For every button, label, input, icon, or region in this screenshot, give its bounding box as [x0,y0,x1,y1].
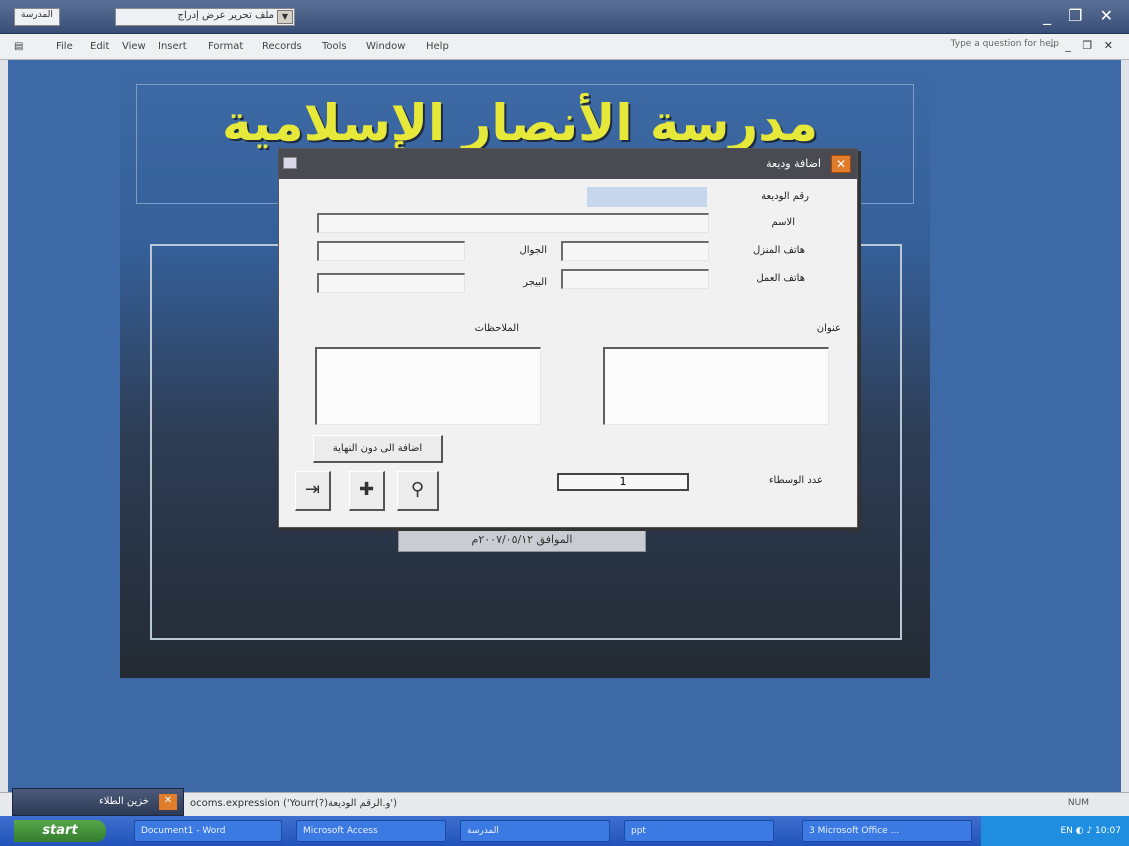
task-button[interactable]: المدرسة [460,820,610,842]
menu-tools[interactable]: Tools [322,41,347,52]
titlebar-left-box[interactable]: ﺍﻟﻤﺪﺭﺳﺔ [14,8,60,26]
add-deposit-dialog: اضافة وديعة ✕ رقم الوديعة الاسم هاتف الم… [278,148,858,528]
menu-view[interactable]: View [122,41,146,52]
mdi-controls[interactable]: - _ ❐ ✕ [1050,39,1117,52]
deposit-number-label: رقم الوديعة [761,191,809,202]
num-lock-indicator: NUM [1067,798,1089,808]
menu-insert[interactable]: Insert [158,41,187,52]
date-label: الموافق ٢٠٠٧/٠٥/١٢م [398,528,646,552]
start-button[interactable]: start [14,820,106,842]
minimized-window[interactable]: خزين الطلاء ✕ [12,788,184,816]
access-app-icon[interactable]: ▤ [14,41,23,52]
binoculars-icon: ⚲ [410,479,425,500]
help-question-box[interactable]: Type a question for help [951,39,1059,49]
name-field[interactable] [317,213,709,233]
donors-count-field[interactable]: 1 [557,473,689,491]
address-label: عنوان [816,323,841,334]
titlebar-combo[interactable]: ﻣﻠﻒ ﺗﺤﺮﻳﺮ ﻋﺮﺽ ﺇﺩﺭﺍﺝ ▼ [115,8,295,26]
mobile-label: الجوال [519,245,548,256]
task-button[interactable]: Document1 - Word [134,820,282,842]
menu-bar: ▤ File Edit View Insert Format Records T… [0,34,1129,60]
close-icon[interactable]: ✕ [159,794,177,810]
home-phone-label: هاتف المنزل [752,245,805,256]
donors-count-label: عدد الوسطاء [768,475,823,486]
notes-label: الملاحظات [474,323,519,334]
task-button[interactable]: 3 Microsoft Office ... [802,820,972,842]
chevron-down-icon[interactable]: ▼ [277,10,293,24]
mobile-field[interactable] [317,241,465,261]
titlebar-combo-value: ﻣﻠﻒ ﺗﺤﺮﻳﺮ ﻋﺮﺽ ﺇﺩﺭﺍﺝ [177,10,274,21]
work-phone-field[interactable] [561,269,709,289]
menu-format[interactable]: Format [208,41,243,52]
school-title: مدرسة الأنصار الإسلامية [221,94,819,152]
plus-icon: ✚ [358,479,375,500]
deposit-number-field[interactable] [587,187,707,207]
add-record-button[interactable]: ✚ [349,471,385,511]
system-tray[interactable]: EN ◐ ♪ 10:07 [981,816,1129,846]
pager-label: البيجر [523,277,547,288]
home-phone-field[interactable] [561,241,709,261]
taskbar: start Document1 - Word Microsoft Access … [0,816,1129,846]
name-label: الاسم [771,217,795,228]
menu-help[interactable]: Help [426,41,449,52]
notes-textarea[interactable] [315,347,541,425]
dialog-system-icon[interactable] [283,157,297,169]
close-icon[interactable]: ✕ [831,155,851,173]
menu-edit[interactable]: Edit [90,41,109,52]
search-button[interactable]: ⚲ [397,471,439,511]
minimized-window-title: خزين الطلاء [99,796,149,807]
task-button[interactable]: ppt [624,820,774,842]
pager-field[interactable] [317,273,465,293]
menu-records[interactable]: Records [262,41,302,52]
door-exit-icon: ⇥ [304,479,321,500]
dialog-titlebar: اضافة وديعة ✕ [279,149,857,179]
dialog-title: اضافة وديعة [766,157,821,170]
window-controls[interactable]: _ ❐ ✕ [1043,6,1119,25]
work-phone-label: هاتف العمل [756,273,805,284]
task-button[interactable]: Microsoft Access [296,820,446,842]
address-textarea[interactable] [603,347,829,425]
exit-button[interactable]: ⇥ [295,471,331,511]
menu-window[interactable]: Window [366,41,405,52]
add-to-end-button[interactable]: اضافة الى دون النهاية [313,435,443,463]
menu-file[interactable]: File [56,41,73,52]
status-text: ocoms.expression ('Yourr(?)و.الرقم الودي… [190,798,398,809]
app-titlebar: ﺍﻟﻤﺪﺭﺳﺔ ﻣﻠﻒ ﺗﺤﺮﻳﺮ ﻋﺮﺽ ﺇﺩﺭﺍﺝ ▼ _ ❐ ✕ [0,0,1129,34]
